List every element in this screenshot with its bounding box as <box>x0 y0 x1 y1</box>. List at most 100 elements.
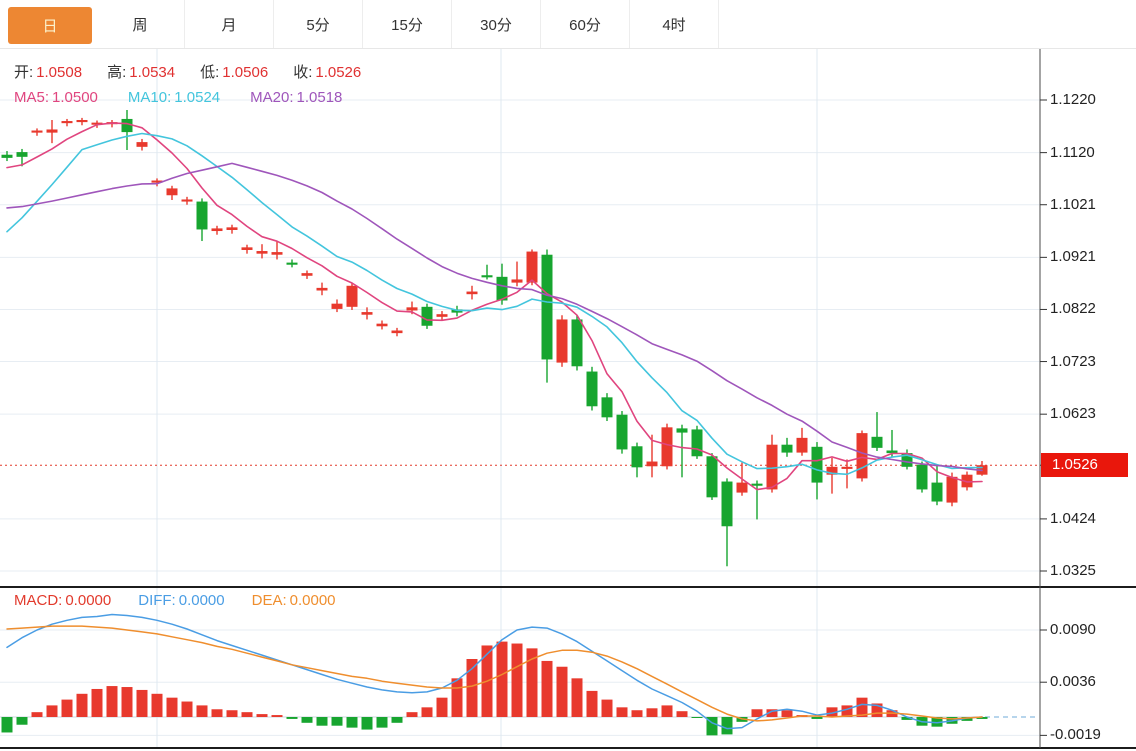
candle-body <box>602 397 613 417</box>
candle-body <box>137 142 148 147</box>
ohlc-legend-item: 收:1.0526 <box>293 61 361 82</box>
macd-bar <box>137 690 148 717</box>
macd-bar <box>722 717 733 734</box>
candle-body <box>422 307 433 326</box>
macd-bar <box>317 717 328 726</box>
candle-body <box>542 255 553 360</box>
tab-week[interactable]: 周 <box>96 0 185 48</box>
macd-bar <box>287 717 298 719</box>
macd-bar <box>752 709 763 717</box>
ma5-line <box>7 123 982 490</box>
tab-60min[interactable]: 60分 <box>541 0 630 48</box>
macd-histogram <box>2 642 988 736</box>
candle-body <box>617 415 628 450</box>
candle-body <box>632 446 643 467</box>
macd-bar <box>587 691 598 717</box>
price-tick-label: 1.0325 <box>1050 562 1096 579</box>
ma20-line <box>7 163 982 470</box>
macd-legend-item: DIFF:0.0000 <box>138 592 224 609</box>
macd-bar <box>557 667 568 717</box>
macd-legend-item: MACD:0.0000 <box>14 592 111 609</box>
price-tick-label: 1.1021 <box>1050 196 1096 213</box>
macd-bar <box>362 717 373 730</box>
macd-bar <box>2 717 13 732</box>
macd-bar <box>182 702 193 717</box>
macd-bar <box>542 661 553 717</box>
candle-body <box>692 429 703 456</box>
candle-body <box>77 120 88 122</box>
price-tick-label: 1.0623 <box>1050 405 1096 422</box>
macd-bar <box>572 678 583 717</box>
candle-body <box>752 484 763 486</box>
candle-body <box>242 247 253 250</box>
macd-bar <box>647 708 658 717</box>
candle-body <box>437 314 448 317</box>
macd-legend: MACD:0.0000 DIFF:0.0000 DEA:0.0000 <box>14 592 336 609</box>
macd-bar <box>617 707 628 717</box>
timeframe-tabs: 日周月5分15分30分60分4时 <box>0 0 1136 49</box>
current-price-value: 1.0526 <box>1052 456 1098 473</box>
candle-body <box>392 331 403 334</box>
candle-body <box>932 483 943 502</box>
tab-month[interactable]: 月 <box>185 0 274 48</box>
macd-tick-label: 0.0090 <box>1050 621 1096 638</box>
macd-bar <box>392 717 403 723</box>
ma-legend-item: MA20:1.0518 <box>250 89 342 106</box>
tab-day[interactable]: 日 <box>8 7 92 44</box>
macd-bar <box>122 687 133 717</box>
candle-body <box>842 467 853 469</box>
candle-body <box>722 482 733 527</box>
candlestick-chart-canvas[interactable] <box>0 0 1136 751</box>
trading-chart-app: 日周月5分15分30分60分4时 开:1.0508高:1.0534低:1.050… <box>0 0 1136 751</box>
tab-5min[interactable]: 5分 <box>274 0 363 48</box>
macd-bar <box>302 717 313 723</box>
candle-body <box>317 288 328 291</box>
candle-body <box>47 129 58 132</box>
candle-body <box>227 227 238 230</box>
macd-bar <box>782 710 793 717</box>
macd-bar <box>152 694 163 717</box>
candle-body <box>947 477 958 503</box>
candle-body <box>302 273 313 276</box>
candle-body <box>272 252 283 255</box>
candle-body <box>257 251 268 254</box>
macd-bar <box>662 705 673 717</box>
ma-legend: MA5:1.0500MA10:1.0524MA20:1.0518 <box>14 89 342 106</box>
macd-bar <box>107 686 118 717</box>
tab-4hour[interactable]: 4时 <box>630 0 719 48</box>
macd-bar <box>17 717 28 725</box>
price-tick-label: 1.0723 <box>1050 353 1096 370</box>
macd-bar <box>437 698 448 717</box>
ohlc-legend-item: 开:1.0508 <box>14 61 82 82</box>
candle-body <box>167 188 178 195</box>
ma10-line <box>7 134 982 475</box>
candle-body <box>917 465 928 490</box>
candle-body <box>737 483 748 493</box>
candle-body <box>332 304 343 309</box>
candle-body <box>527 252 538 283</box>
candle-body <box>572 319 583 366</box>
candle-body <box>482 275 493 277</box>
ma-legend-item: MA5:1.0500 <box>14 89 98 106</box>
price-tick-label: 1.0921 <box>1050 248 1096 265</box>
candle-body <box>782 445 793 453</box>
macd-bar <box>47 705 58 717</box>
candle-body <box>377 324 388 327</box>
macd-bar <box>512 644 523 717</box>
candle-body <box>287 263 298 265</box>
ohlc-legend-item: 低:1.0506 <box>200 61 268 82</box>
price-tick-label: 1.0822 <box>1050 300 1096 317</box>
tab-30min[interactable]: 30分 <box>452 0 541 48</box>
macd-bar <box>62 700 73 717</box>
macd-legend-item: DEA:0.0000 <box>252 592 336 609</box>
macd-bar <box>227 710 238 717</box>
candle-body <box>197 202 208 230</box>
macd-bar <box>677 711 688 717</box>
tab-15min[interactable]: 15分 <box>363 0 452 48</box>
macd-tick-label: 0.0036 <box>1050 673 1096 690</box>
candle-body <box>347 286 358 307</box>
candle-body <box>122 119 133 132</box>
candle-body <box>812 447 823 483</box>
macd-bar <box>242 712 253 717</box>
candle-body <box>677 428 688 432</box>
